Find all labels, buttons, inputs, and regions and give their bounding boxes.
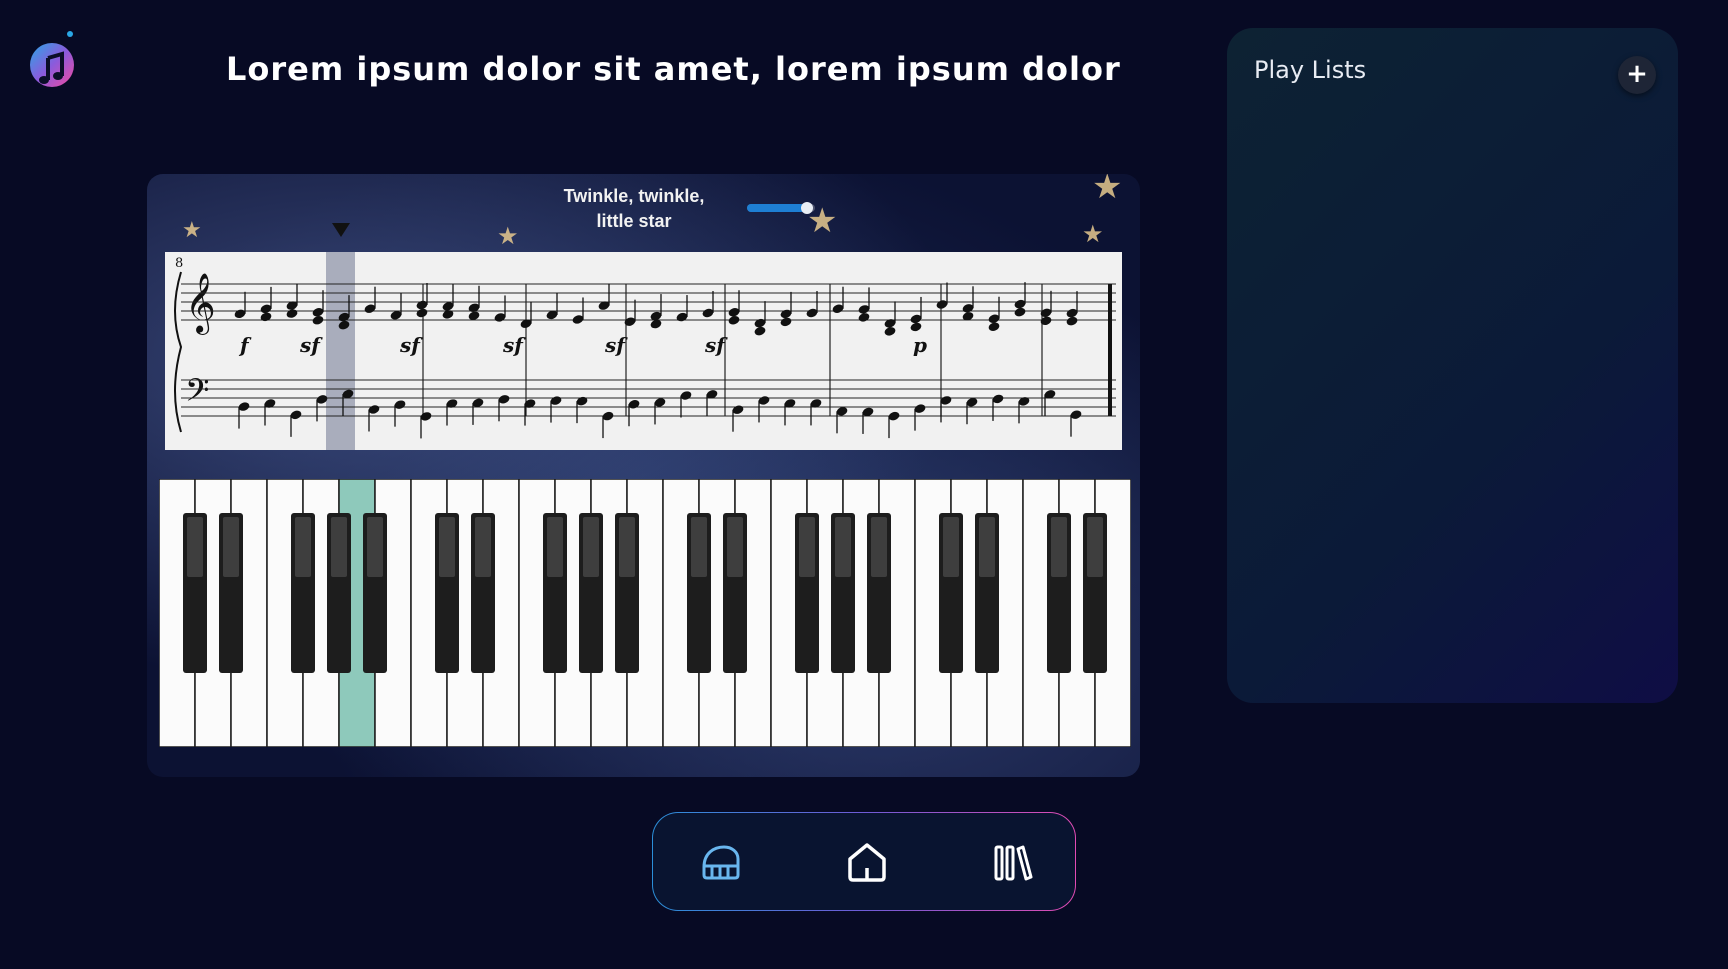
note-head <box>910 322 922 332</box>
note-head <box>884 327 896 336</box>
progress-slider[interactable] <box>747 202 815 214</box>
black-key-shine <box>583 517 599 577</box>
current-note-highlight <box>326 252 355 450</box>
song-title: Twinkle, twinkle, little star <box>563 186 705 231</box>
progress-knob[interactable] <box>800 202 813 214</box>
add-playlist-button[interactable]: + <box>1618 56 1656 94</box>
note-head <box>312 316 324 325</box>
black-key-shine <box>799 517 815 577</box>
progress-fill <box>747 204 805 212</box>
dynamic-marking: f <box>238 333 252 357</box>
bottom-navigation <box>652 812 1076 911</box>
piano-keyboard[interactable] <box>158 478 1132 748</box>
library-icon[interactable] <box>988 837 1038 887</box>
dynamic-marking: p <box>913 333 927 357</box>
black-key-shine <box>979 517 995 577</box>
playhead-marker-icon <box>332 223 350 237</box>
note-head <box>780 317 792 327</box>
note-head <box>728 316 740 325</box>
black-key-shine <box>943 517 959 577</box>
black-key-shine <box>1087 517 1103 577</box>
black-key-shine <box>871 517 887 577</box>
dynamic-marking: sf <box>604 333 628 357</box>
piano-icon[interactable] <box>696 837 746 887</box>
note-head <box>1014 307 1026 317</box>
app-logo <box>28 28 78 94</box>
black-key-shine <box>223 517 239 577</box>
black-key-shine <box>295 517 311 577</box>
note-head <box>754 326 766 336</box>
dynamic-marking: sf <box>502 333 526 357</box>
sheet-music: 8 𝄞 𝄢 f sf sf sf sf sf p <box>165 252 1122 450</box>
playlists-title: Play Lists <box>1254 56 1367 84</box>
page-title: Lorem ipsum dolor sit amet, lorem ipsum … <box>226 50 1121 88</box>
measure-number: 8 <box>175 256 183 271</box>
note-head <box>286 309 298 318</box>
black-key-shine <box>367 517 383 577</box>
home-icon[interactable] <box>842 837 892 887</box>
dynamic-marking: sf <box>299 333 323 357</box>
treble-clef-icon: 𝄞 <box>185 273 216 335</box>
black-key-shine <box>331 517 347 577</box>
note-head <box>442 310 454 319</box>
playlists-panel: Play Lists + <box>1227 28 1678 703</box>
note-head <box>416 308 428 318</box>
brace-icon <box>174 271 183 433</box>
black-key-shine <box>187 517 203 577</box>
star-decoration: ★ <box>182 218 202 243</box>
note-head <box>988 322 1000 331</box>
black-key-shine <box>691 517 707 577</box>
black-key-shine <box>619 517 635 577</box>
sheet-music-player: ★ ★ ★ ★ ★ Twinkle, twinkle, little star … <box>147 174 1140 777</box>
bass-clef-icon: 𝄢 <box>185 372 209 416</box>
dynamic-marking: sf <box>399 333 423 357</box>
star-decoration: ★ <box>1092 174 1123 207</box>
star-decoration: ★ <box>497 222 519 250</box>
black-key-shine <box>727 517 743 577</box>
note-head <box>1066 316 1078 326</box>
black-key-shine <box>547 517 563 577</box>
note-head <box>858 313 870 322</box>
star-decoration: ★ <box>1082 220 1104 248</box>
black-key-shine <box>439 517 455 577</box>
black-key-shine <box>475 517 491 577</box>
black-key-shine <box>1051 517 1067 577</box>
dynamic-marking: sf <box>704 333 728 357</box>
note-head <box>260 312 272 322</box>
black-key-shine <box>835 517 851 577</box>
